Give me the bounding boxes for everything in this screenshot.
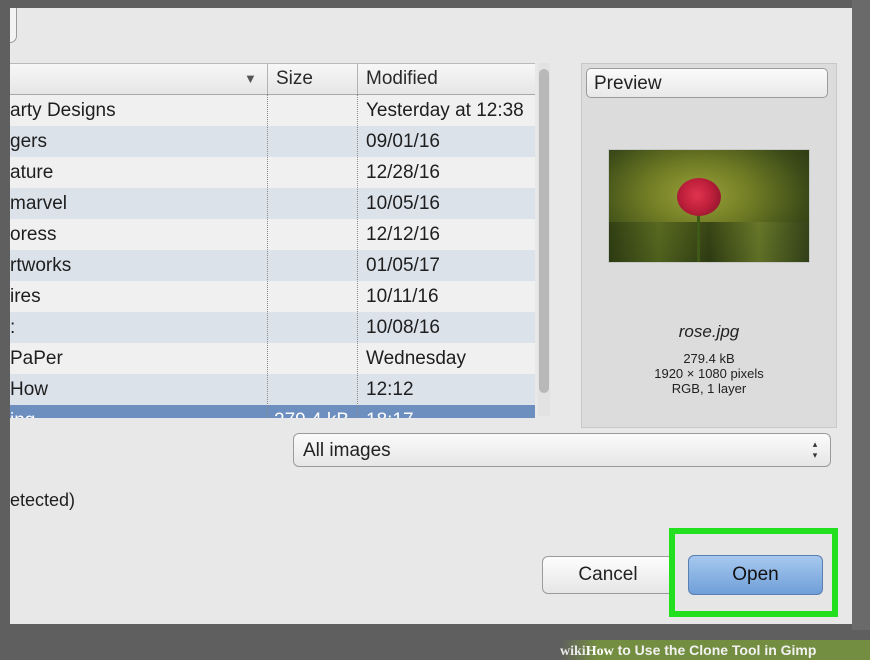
column-separator (357, 94, 358, 418)
table-row[interactable]: PaPer Wednesday (10, 343, 535, 374)
file-modified: Yesterday at 12:38 (366, 100, 524, 121)
watermark-text: to Use the Clone Tool in Gimp (613, 642, 817, 658)
file-name: rtworks (10, 255, 72, 276)
column-header-size[interactable]: Size (276, 64, 313, 94)
file-name: marvel (10, 193, 68, 214)
select-stepper-icon: ▴ ▾ (812, 439, 818, 460)
table-row[interactable]: ature 12/28/16 (10, 157, 535, 188)
preview-details: RGB, 1 layer (671, 381, 747, 396)
file-modified: 12/12/16 (366, 224, 440, 245)
preview-button[interactable]: Preview (586, 68, 828, 98)
location-field[interactable] (10, 8, 17, 43)
column-separator (267, 94, 268, 418)
file-modified: 18:17 (366, 405, 414, 418)
file-name: : (10, 317, 16, 338)
file-modified: 09/01/16 (366, 131, 440, 152)
file-name: ature (10, 162, 54, 183)
file-modified: 01/05/17 (366, 255, 440, 276)
file-modified: 10/05/16 (366, 193, 440, 214)
file-name: arty Designs (10, 100, 116, 121)
preview-filename: rose.jpg (678, 322, 740, 341)
file-modified: 10/11/16 (366, 286, 439, 307)
file-name: PaPer (10, 348, 63, 369)
file-type-select[interactable]: All images ▴ ▾ (293, 433, 831, 467)
rose-stem-graphic (697, 214, 700, 262)
open-image-dialog: ▼ Size Modified arty Designs Yesterday a… (10, 8, 852, 624)
table-row[interactable]: rtworks 01/05/17 (10, 250, 535, 281)
file-name: How (10, 379, 49, 400)
watermark-wiki: wiki (560, 644, 586, 659)
rose-graphic (677, 178, 721, 216)
detected-label: etected) (10, 490, 76, 510)
file-size: 279.4 kB (274, 405, 349, 418)
sort-arrow-icon[interactable]: ▼ (244, 64, 257, 94)
preview-dimensions: 1920 × 1080 pixels (654, 366, 764, 381)
file-name: oress (10, 224, 57, 245)
table-row[interactable]: arty Designs Yesterday at 12:38 (10, 95, 535, 126)
column-header-modified[interactable]: Modified (366, 64, 438, 94)
grass-graphic (609, 222, 809, 262)
file-name: gers (10, 131, 47, 152)
file-list-scrollbar[interactable] (538, 63, 550, 416)
background-strip (852, 0, 870, 630)
file-list[interactable]: ▼ Size Modified arty Designs Yesterday a… (10, 63, 535, 418)
table-row[interactable]: marvel 10/05/16 (10, 188, 535, 219)
scrollbar-thumb[interactable] (539, 69, 549, 393)
preview-size: 279.4 kB (683, 351, 735, 366)
open-button[interactable]: Open (688, 555, 823, 595)
watermark-how: How (585, 644, 614, 659)
table-row[interactable]: ires 10/11/16 (10, 281, 535, 312)
cancel-button[interactable]: Cancel (542, 556, 674, 594)
file-modified: 12:12 (366, 379, 414, 400)
file-modified: Wednesday (366, 348, 466, 369)
file-name: ires (10, 286, 41, 307)
table-row[interactable]: : 10/08/16 (10, 312, 535, 343)
file-type-value: All images (303, 440, 391, 461)
table-row[interactable]: gers 09/01/16 (10, 126, 535, 157)
file-modified: 12/28/16 (366, 162, 440, 183)
file-name: ing (10, 405, 35, 418)
file-modified: 10/08/16 (366, 317, 440, 338)
wikihow-watermark: wikiHow to Use the Clone Tool in Gimp (560, 640, 870, 660)
rose-thumbnail-image (608, 149, 810, 263)
table-row[interactable]: oress 12/12/16 (10, 219, 535, 250)
file-list-header: ▼ Size Modified (10, 64, 535, 95)
table-row-selected[interactable]: ing 279.4 kB 18:17 (10, 405, 535, 418)
file-rows: arty Designs Yesterday at 12:38 gers 09/… (10, 95, 535, 418)
table-row[interactable]: How 12:12 (10, 374, 535, 405)
column-divider (267, 64, 268, 94)
preview-panel: Preview rose.jpg 279.4 kB 1920 × 1080 pi… (581, 63, 837, 428)
column-divider (357, 64, 358, 94)
